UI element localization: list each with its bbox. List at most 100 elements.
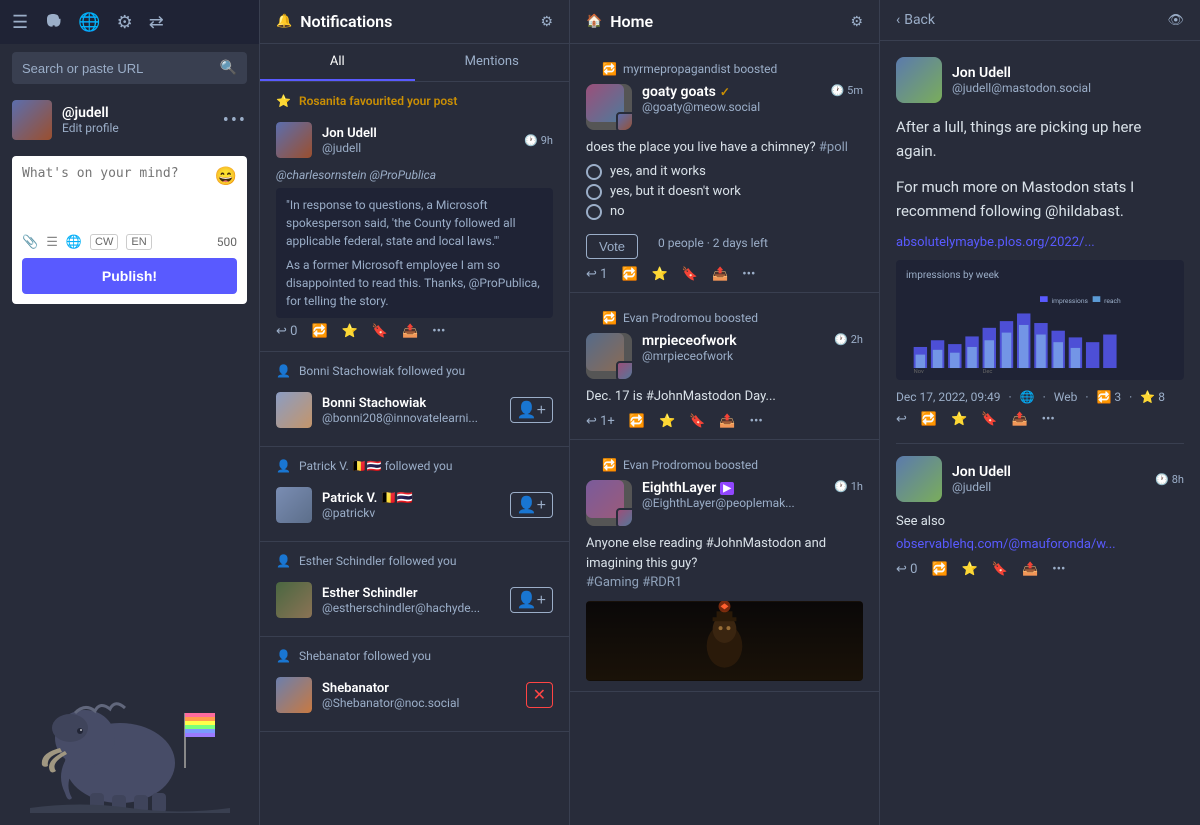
ghost-icon[interactable] [44, 11, 62, 34]
globe-icon[interactable]: 🌐 [78, 12, 100, 33]
edit-profile-link[interactable]: Edit profile [62, 121, 213, 135]
visibility-button[interactable]: 👁 [1167, 13, 1184, 28]
detail-avatar[interactable] [896, 57, 942, 103]
fav-button[interactable]: ⭐ [652, 267, 668, 282]
boost-button[interactable]: 🔁 [921, 412, 937, 427]
boost-button[interactable]: 🔁 [931, 562, 947, 577]
notif-item: Patrick V. 🇧🇪🇹🇭 @patrickv 👤+ [276, 481, 553, 529]
detail-avatar-2[interactable] [896, 456, 942, 502]
tab-mentions[interactable]: Mentions [415, 44, 570, 81]
detail-link[interactable]: absolutelymaybe.plos.org/2022/... [896, 235, 1095, 250]
post-avatar[interactable] [586, 84, 632, 130]
detail-main-post: Jon Udell @judell@mastodon.social After … [896, 57, 1184, 427]
post-time: 🕐 5m [830, 84, 863, 97]
reply-button[interactable]: ↩ 0 [896, 562, 917, 577]
fav-button[interactable]: ⭐ [342, 324, 358, 339]
notifications-filter-button[interactable]: ⚙ [540, 14, 553, 30]
follow-icon: 👤 [276, 364, 291, 378]
follow-button[interactable]: 👤+ [510, 587, 553, 613]
home-post-2: 🔁 Evan Prodromou boosted mrpieceofwork @… [570, 293, 879, 441]
post-user-name[interactable]: goaty goats ✓ [642, 84, 820, 100]
share-button[interactable]: 📤 [1022, 562, 1038, 577]
publish-button[interactable]: Publish! [22, 258, 237, 294]
share-button[interactable]: 📤 [719, 414, 735, 429]
detail-user-name[interactable]: Jon Udell [952, 65, 1091, 81]
share-button[interactable]: 📤 [402, 324, 418, 339]
detail-user-name-2[interactable]: Jon Udell [952, 464, 1011, 480]
more-button[interactable]: ••• [432, 324, 445, 339]
notif-user-name[interactable]: Bonni Stachowiak [322, 396, 500, 411]
reply-button[interactable]: ↩ 1 [586, 267, 607, 282]
en-button[interactable]: EN [126, 234, 151, 250]
boost-button[interactable]: 🔁 [311, 324, 327, 339]
notif-user-name[interactable]: Jon Udell [322, 126, 514, 141]
emoji-button[interactable]: 😄 [215, 166, 237, 187]
home-post-1: 🔁 myrmepropagandist boosted goaty goats … [570, 44, 879, 293]
tab-all[interactable]: All [260, 44, 415, 81]
post-avatar[interactable] [586, 333, 632, 379]
bookmark-button[interactable]: 🔖 [689, 414, 705, 429]
notif-avatar[interactable] [276, 487, 312, 523]
gear-icon[interactable]: ⚙ [117, 12, 133, 33]
cw-button[interactable]: CW [90, 234, 118, 250]
search-input[interactable] [22, 61, 212, 76]
detail-text-1: After a lull, things are picking up here… [896, 115, 1184, 163]
share-button[interactable]: 📤 [712, 267, 728, 282]
reply-button[interactable]: ↩ 1+ [586, 414, 615, 429]
fav-button[interactable]: ⭐ [962, 562, 978, 577]
bookmark-button[interactable]: 🔖 [372, 324, 388, 339]
more-button[interactable]: ••• [750, 414, 763, 429]
follow-button[interactable]: 👤+ [510, 492, 553, 518]
post-user-handle: @mrpieceofwork [642, 349, 824, 363]
more-button[interactable]: ••• [1042, 412, 1055, 427]
poll-radio[interactable] [586, 184, 602, 200]
notif-user-name[interactable]: Shebanator [322, 681, 516, 696]
detail-link-2[interactable]: observablehq.com/@mauforonda/w... [896, 537, 1116, 552]
poll-option-2[interactable]: yes, but it doesn't work [586, 184, 863, 200]
notif-avatar[interactable] [276, 582, 312, 618]
poll-option-3[interactable]: no [586, 204, 863, 220]
bookmark-button[interactable]: 🔖 [682, 267, 698, 282]
follow-button[interactable]: 👤+ [510, 397, 553, 423]
post-content: Anyone else reading #JohnMastodon and im… [586, 534, 863, 593]
format-icon[interactable]: ☰ [46, 235, 58, 250]
user-avatar[interactable] [12, 100, 52, 140]
notif-avatar[interactable] [276, 677, 312, 713]
compose-input[interactable] [22, 166, 207, 226]
reply-button[interactable]: ↩ [896, 412, 907, 427]
poll-option-1[interactable]: yes, and it works [586, 164, 863, 180]
more-button[interactable]: ••• [1052, 562, 1065, 577]
home-filter-button[interactable]: ⚙ [850, 14, 863, 30]
fav-button[interactable]: ⭐ [951, 412, 967, 427]
more-button[interactable]: ••• [742, 267, 755, 282]
reply-button[interactable]: ↩ 0 [276, 324, 297, 339]
fav-button[interactable]: ⭐ [659, 414, 675, 429]
hashtag[interactable]: #poll [819, 140, 848, 155]
poll-radio[interactable] [586, 164, 602, 180]
bookmark-button[interactable]: 🔖 [992, 562, 1008, 577]
vote-button[interactable]: Vote [586, 234, 638, 259]
hashtags[interactable]: #Gaming #RDR1 [586, 573, 863, 593]
back-button[interactable]: ‹ Back [896, 12, 935, 28]
menu-icon[interactable]: ☰ [12, 12, 28, 33]
post-user-name[interactable]: EighthLayer ▶ [642, 480, 824, 496]
boost-button[interactable]: 🔁 [621, 267, 637, 282]
post-avatar[interactable] [586, 480, 632, 526]
poll-meta: 0 people · 2 days left [658, 236, 768, 250]
arrows-icon[interactable]: ⇄ [149, 12, 164, 33]
bookmark-button[interactable]: 🔖 [981, 412, 997, 427]
post-time: 🕐 2h [834, 333, 863, 346]
follow-button[interactable]: ✕ [526, 682, 553, 708]
attach-icon[interactable]: 📎 [22, 235, 38, 250]
profile-menu-button[interactable]: ••• [223, 110, 247, 131]
boost-button[interactable]: 🔁 [629, 414, 645, 429]
poll-radio[interactable] [586, 204, 602, 220]
notif-user-name[interactable]: Esther Schindler [322, 586, 500, 601]
notif-avatar[interactable] [276, 122, 312, 158]
chart-svg: impressions reach [906, 285, 1174, 380]
notif-avatar[interactable] [276, 392, 312, 428]
globe-privacy-icon[interactable]: 🌐 [66, 235, 82, 250]
post-user-name[interactable]: mrpieceofwork [642, 333, 824, 349]
notif-user-name[interactable]: Patrick V. 🇧🇪🇹🇭 [322, 491, 500, 506]
share-button[interactable]: 📤 [1011, 412, 1027, 427]
